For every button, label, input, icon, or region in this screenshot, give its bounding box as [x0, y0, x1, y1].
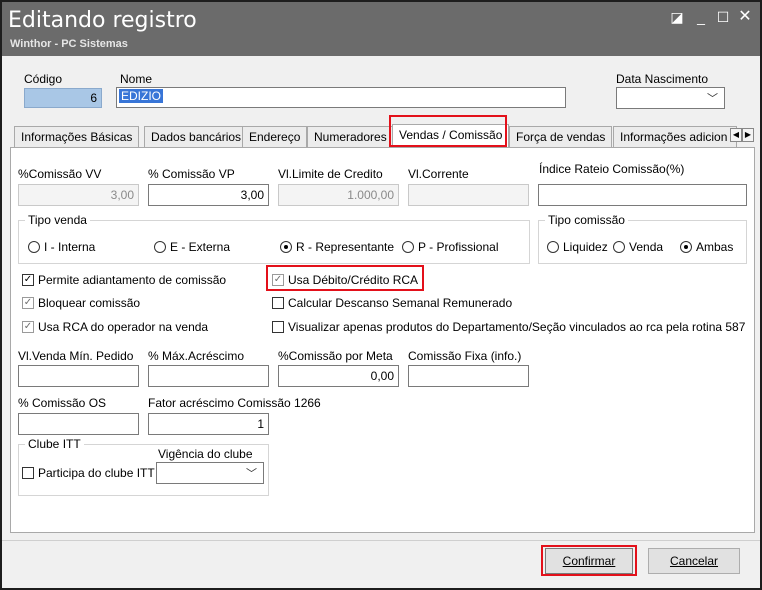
check-bloquear[interactable]: ✓ Bloquear comissão [22, 296, 140, 310]
cancelar-label: Cancelar [669, 554, 719, 568]
check-visualizar-label: Visualizar apenas produtos do Departamen… [288, 320, 746, 334]
check-descanso-label: Calcular Descanso Semanal Remunerado [288, 296, 513, 310]
check-participa-clube-icon [22, 467, 34, 479]
rateio-comissao-label: Índice Rateio Comissão(%) [539, 162, 685, 176]
radio-venda[interactable]: Venda [613, 240, 663, 254]
radio-ambas-label: Ambas [696, 240, 734, 254]
window-title: Editando registro [8, 8, 197, 33]
radio-venda-icon [613, 241, 625, 253]
radio-profissional-label: P - Profissional [418, 240, 499, 254]
radio-liquidez[interactable]: Liquidez [547, 240, 608, 254]
tipo-venda-label: Tipo venda [25, 213, 90, 227]
tab-scroll-right-icon[interactable]: ▶ [742, 128, 754, 142]
vigencia-clube-label: Vigência do clube [158, 447, 253, 461]
radio-externa-icon [154, 241, 166, 253]
close-icon[interactable]: ✕ [736, 8, 754, 26]
edit-record-window: Editando registro Winthor - PC Sistemas … [0, 0, 762, 590]
data-nascimento-picker[interactable]: ﹀ [616, 87, 725, 109]
vl-corrente-input[interactable] [408, 184, 529, 206]
data-nascimento-label: Data Nascimento [616, 72, 709, 86]
check-bloquear-label: Bloquear comissão [38, 296, 141, 310]
radio-representante-label: R - Representante [296, 240, 395, 254]
chevron-down-icon: ﹀ [707, 93, 718, 105]
clube-itt-label: Clube ITT [25, 437, 84, 451]
comissao-vp-input[interactable]: 3,00 [148, 184, 269, 206]
tab-scroll-left-icon[interactable]: ◀ [730, 128, 742, 142]
radio-venda-label: Venda [629, 240, 664, 254]
title-bar[interactable]: Editando registro Winthor - PC Sistemas … [2, 2, 760, 56]
tab-highlight-box [389, 115, 507, 147]
comissao-vv-input[interactable]: 3,00 [18, 184, 139, 206]
tipo-comissao-label: Tipo comissão [545, 213, 628, 227]
radio-liquidez-label: Liquidez [563, 240, 608, 254]
radio-profissional-icon [402, 241, 414, 253]
tab-strip: Informações Básicas Dados bancários Ende… [10, 124, 755, 148]
max-acrescimo-label: % Máx.Acréscimo [148, 349, 245, 363]
max-acrescimo-input[interactable] [148, 365, 269, 387]
radio-interna-icon [28, 241, 40, 253]
check-rca-operador[interactable]: ✓ Usa RCA do operador na venda [22, 320, 208, 334]
minimize-icon[interactable]: _ [692, 8, 710, 26]
cancelar-button[interactable]: Cancelar [648, 548, 740, 574]
comissao-os-input[interactable] [18, 413, 139, 435]
check-adiantamento[interactable]: ✓ Permite adiantamento de comissão [22, 273, 226, 287]
tab-numeradores[interactable]: Numeradores [307, 126, 394, 147]
check-participa-clube[interactable]: Participa do clube ITT [22, 466, 155, 480]
radio-representante[interactable]: R - Representante [280, 240, 394, 254]
venda-min-input[interactable] [18, 365, 139, 387]
radio-representante-icon [280, 241, 292, 253]
check-participa-clube-label: Participa do clube ITT [38, 466, 155, 480]
vigencia-clube-select[interactable]: ﹀ [156, 462, 264, 484]
vl-corrente-label: Vl.Corrente [408, 167, 469, 181]
check-visualizar-icon [272, 321, 284, 333]
maximize-icon[interactable]: ☐ [714, 8, 732, 26]
fator-acrescimo-label: Fator acréscimo Comissão 1266 [148, 396, 321, 410]
check-descanso[interactable]: Calcular Descanso Semanal Remunerado [272, 296, 512, 310]
check-descanso-icon [272, 297, 284, 309]
comissao-vp-label: % Comissão VP [148, 167, 235, 181]
chevron-down-icon: ﹀ [246, 468, 257, 480]
tab-dados-bancarios[interactable]: Dados bancários [144, 126, 249, 147]
radio-interna[interactable]: I - Interna [28, 240, 95, 254]
check-adiantamento-icon: ✓ [22, 274, 34, 286]
window-subtitle: Winthor - PC Sistemas [10, 38, 128, 50]
comissao-meta-label: %Comissão por Meta [278, 349, 393, 363]
venda-min-label: Vl.Venda Mín. Pedido [18, 349, 134, 363]
codigo-field[interactable]: 6 [24, 88, 102, 108]
tab-informacoes-adicionais[interactable]: Informações adicion [613, 126, 737, 147]
comissao-fixa-input[interactable] [408, 365, 529, 387]
button-bar [2, 540, 760, 588]
codigo-label: Código [24, 72, 63, 86]
radio-externa-label: E - Externa [170, 240, 231, 254]
check-visualizar[interactable]: Visualizar apenas produtos do Departamen… [272, 320, 745, 334]
confirmar-highlight-box [541, 545, 637, 576]
rateio-comissao-input[interactable] [538, 184, 747, 206]
limite-credito-input[interactable]: 1.000,00 [278, 184, 399, 206]
comissao-meta-input[interactable]: 0,00 [278, 365, 399, 387]
comissao-fixa-label: Comissão Fixa (info.) [408, 349, 522, 363]
check-rca-operador-label: Usa RCA do operador na venda [38, 320, 209, 334]
comissao-os-label: % Comissão OS [18, 396, 107, 410]
radio-liquidez-icon [547, 241, 559, 253]
tab-forca-de-vendas[interactable]: Força de vendas [509, 126, 613, 147]
nome-value: EDIZIO [119, 89, 164, 103]
fator-acrescimo-input[interactable]: 1 [148, 413, 269, 435]
check-adiantamento-label: Permite adiantamento de comissão [38, 273, 227, 287]
tab-endereco[interactable]: Endereço [242, 126, 308, 147]
check-rca-operador-icon: ✓ [22, 321, 34, 333]
radio-externa[interactable]: E - Externa [154, 240, 230, 254]
nome-field[interactable]: EDIZIO [116, 87, 566, 108]
radio-interna-label: I - Interna [44, 240, 96, 254]
limite-credito-label: Vl.Limite de Credito [278, 167, 383, 181]
radio-ambas-icon [680, 241, 692, 253]
comissao-vv-label: %Comissão VV [18, 167, 102, 181]
tab-informacoes-basicas[interactable]: Informações Básicas [14, 126, 140, 147]
check-bloquear-icon: ✓ [22, 297, 34, 309]
radio-ambas[interactable]: Ambas [680, 240, 733, 254]
nome-label: Nome [120, 72, 153, 86]
debito-credito-highlight-box [266, 265, 424, 291]
radio-profissional[interactable]: P - Profissional [402, 240, 498, 254]
restore-icon[interactable]: ◪ [668, 8, 686, 26]
